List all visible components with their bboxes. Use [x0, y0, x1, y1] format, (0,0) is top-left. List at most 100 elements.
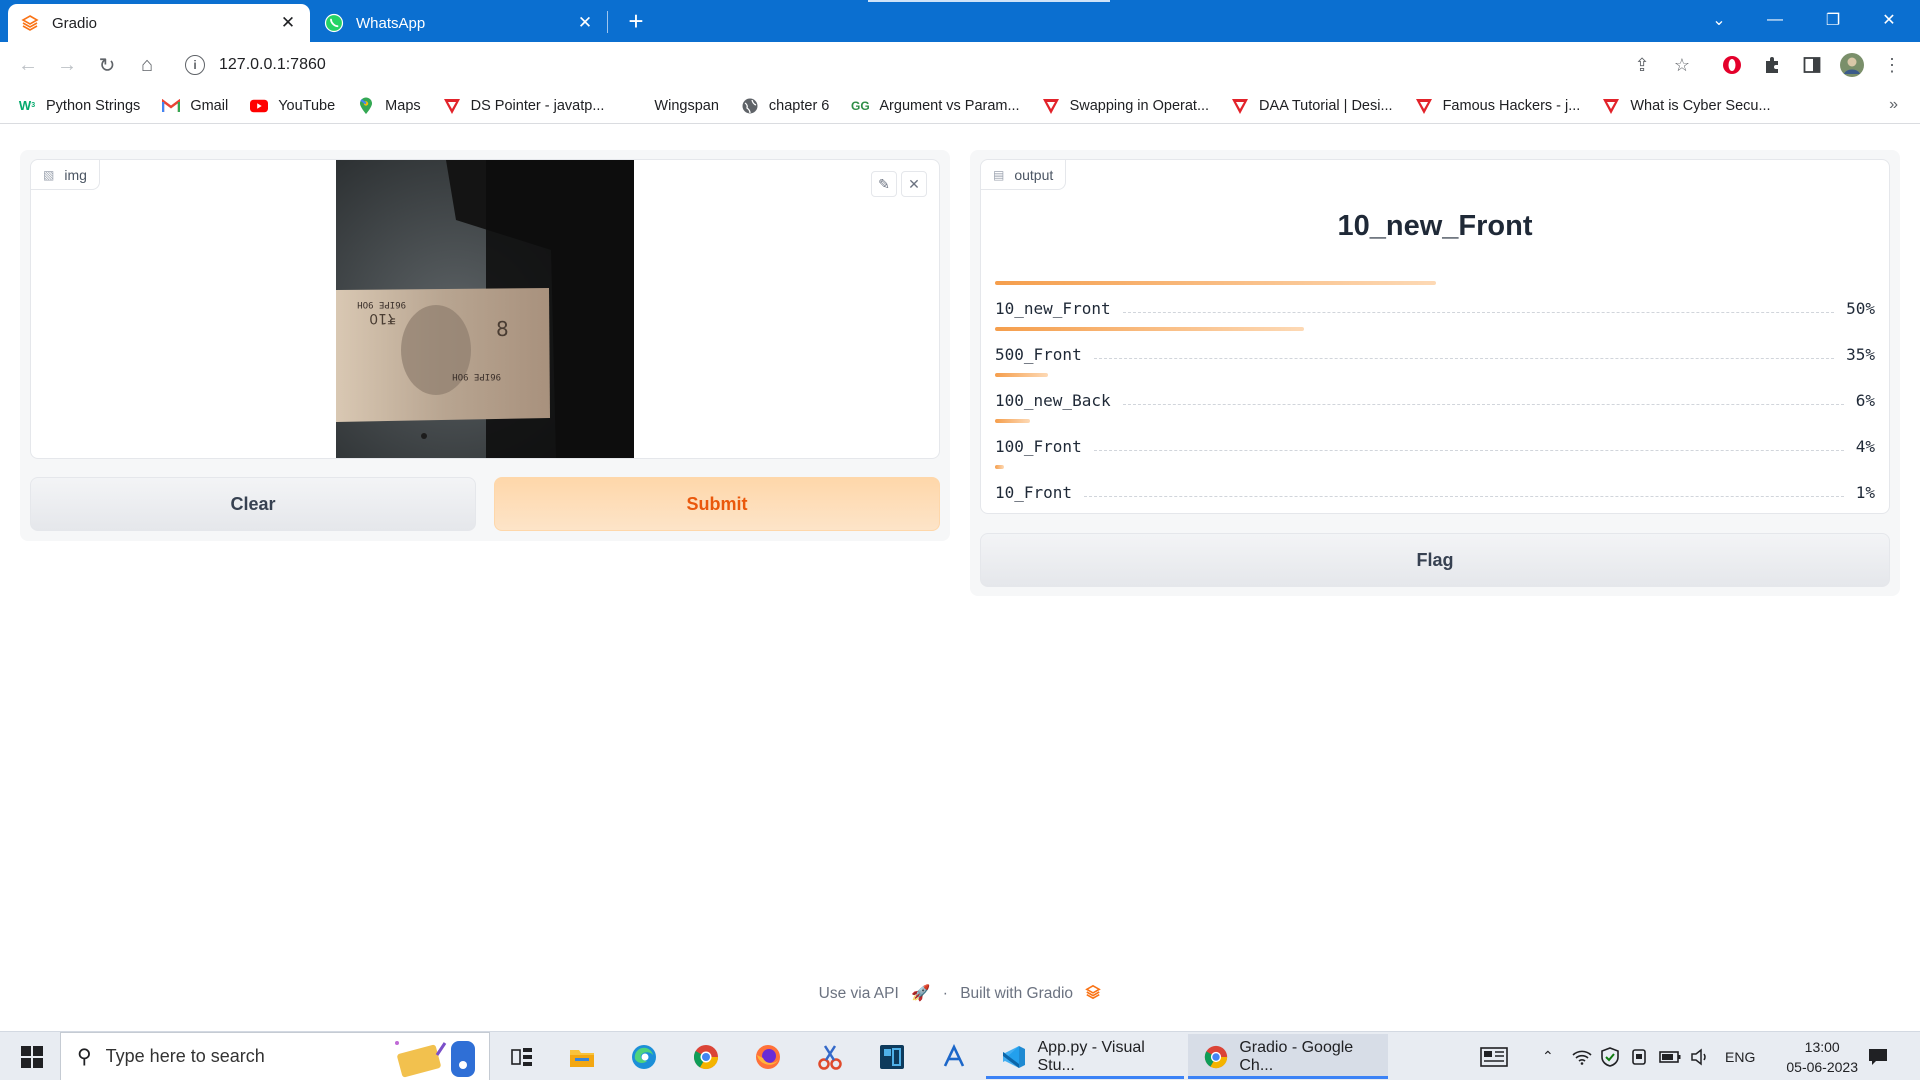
- whatsapp-icon: [324, 13, 344, 33]
- extensions-puzzle-icon[interactable]: [1758, 51, 1786, 79]
- browser-toolbar: ← → ↻ ⌂ i 127.0.0.1:7860 ⇪ ☆ ⋮: [0, 42, 1920, 88]
- news-widget-icon[interactable]: [1480, 1032, 1508, 1080]
- output-label-text: output: [1014, 166, 1054, 183]
- chrome-icon[interactable]: [684, 1036, 728, 1077]
- tab-search-icon[interactable]: ⌄: [1696, 0, 1742, 40]
- back-icon[interactable]: ←: [12, 49, 44, 81]
- window-title: App.py - Visual Stu...: [1037, 1038, 1145, 1074]
- confidence-bar: [995, 373, 1048, 377]
- bookmark-label: Python Strings: [46, 97, 141, 114]
- restore-icon[interactable]: ❐: [1810, 0, 1856, 40]
- bookmark-youtube[interactable]: YouTube: [250, 97, 335, 115]
- language-indicator[interactable]: ENG: [1725, 1032, 1755, 1080]
- bookmark-argument-vs-param[interactable]: GG Argument vs Param...: [851, 97, 1020, 115]
- bookmark-swapping[interactable]: Swapping in Operat...: [1042, 97, 1209, 115]
- youtube-icon: [250, 97, 269, 115]
- minimize-icon[interactable]: —: [1752, 0, 1798, 40]
- home-icon[interactable]: ⌂: [131, 49, 163, 81]
- gradio-icon: [20, 13, 40, 33]
- drag-region: [868, 0, 1110, 2]
- built-with-gradio-link[interactable]: Built with Gradio: [960, 985, 1073, 1002]
- window-title: Gradio - Google Ch...: [1239, 1038, 1354, 1074]
- security-shield-icon[interactable]: [1601, 1032, 1619, 1080]
- close-tab-icon[interactable]: ✕: [278, 13, 298, 33]
- confidence-label: 100_new_Back: [995, 390, 1111, 410]
- confidence-percent: 50%: [1846, 298, 1875, 318]
- notes-app-icon[interactable]: [870, 1036, 914, 1077]
- svg-text:96IPE 9OH: 96IPE 9OH: [357, 299, 406, 309]
- taskbar-window-vscode[interactable]: App.py - Visual Stu...: [986, 1034, 1184, 1079]
- windows-start-icon[interactable]: [10, 1032, 54, 1080]
- profile-avatar[interactable]: [1838, 51, 1866, 79]
- flag-button[interactable]: Flag: [980, 533, 1890, 587]
- bookmark-famous-hackers[interactable]: Famous Hackers - j...: [1415, 97, 1580, 115]
- bookmark-label: Swapping in Operat...: [1069, 97, 1210, 114]
- reload-icon[interactable]: ↻: [91, 49, 123, 81]
- more-menu-icon[interactable]: ⋮: [1878, 51, 1906, 79]
- w3schools-icon: W3: [18, 98, 36, 113]
- bookmark-daa-tutorial[interactable]: DAA Tutorial | Desi...: [1231, 97, 1393, 115]
- confidence-line: 100_new_Back 6%: [995, 385, 1875, 415]
- tab-whatsapp[interactable]: WhatsApp ✕: [312, 4, 607, 42]
- confidence-percent: 35%: [1846, 344, 1875, 364]
- confidence-leader: [1122, 403, 1844, 405]
- chevron-more-icon[interactable]: »: [1889, 96, 1898, 114]
- use-via-api-link[interactable]: Use via API: [819, 985, 899, 1002]
- notification-icon[interactable]: [1868, 1032, 1888, 1080]
- bookmark-chapter-6[interactable]: chapter 6: [741, 97, 829, 115]
- volume-icon[interactable]: [1690, 1032, 1710, 1080]
- confidence-line: 10_Front 1%: [995, 477, 1875, 507]
- show-hidden-icons-chevron[interactable]: ⌃: [1542, 1032, 1554, 1080]
- address-bar[interactable]: i 127.0.0.1:7860: [177, 47, 1727, 83]
- site-info-icon[interactable]: i: [185, 55, 205, 75]
- device-icon[interactable]: [1631, 1032, 1647, 1080]
- bookmark-label: chapter 6: [768, 97, 830, 114]
- battery-icon[interactable]: [1659, 1032, 1681, 1080]
- bookmark-maps[interactable]: Maps: [357, 97, 421, 115]
- search-highlight-icon: [389, 1035, 487, 1080]
- image-input[interactable]: ▧ img ₹10 8 96IPE 9OH 96IPE 9OH ✎ ✕: [30, 159, 940, 459]
- new-tab-button[interactable]: +: [622, 8, 650, 36]
- tab-gradio[interactable]: Gradio ✕: [8, 4, 310, 42]
- bookmark-label: DAA Tutorial | Desi...: [1259, 97, 1393, 114]
- bookmark-cyber-security[interactable]: What is Cyber Secu...: [1602, 97, 1771, 115]
- close-window-icon[interactable]: ✕: [1866, 0, 1912, 40]
- bookmark-wingspan[interactable]: Wingspan: [626, 97, 718, 115]
- clear-button[interactable]: Clear: [30, 477, 476, 531]
- javatpoint-icon: [1042, 97, 1060, 115]
- svg-text:8: 8: [496, 317, 509, 341]
- bookmark-gmail[interactable]: Gmail: [162, 97, 228, 115]
- system-clock[interactable]: 13:00 05-06-2023: [1786, 1037, 1858, 1077]
- gmail-icon: [162, 97, 181, 115]
- close-tab-icon[interactable]: ✕: [575, 13, 595, 33]
- share-icon[interactable]: ⇪: [1628, 51, 1656, 79]
- bookmark-python-strings[interactable]: W3 Python Strings: [18, 97, 140, 115]
- bookmark-star-icon[interactable]: ☆: [1668, 51, 1696, 79]
- confidence-row: 100_new_Back 6%: [995, 373, 1875, 419]
- edit-pencil-icon[interactable]: ✎: [871, 171, 897, 197]
- submit-button[interactable]: Submit: [494, 477, 940, 531]
- forward-icon[interactable]: →: [51, 49, 83, 81]
- translator-app-icon[interactable]: [932, 1036, 976, 1077]
- taskbar-search-box[interactable]: ⚲ Type here to search: [60, 1032, 490, 1080]
- edge-icon[interactable]: [622, 1036, 666, 1077]
- firefox-icon[interactable]: [746, 1036, 790, 1077]
- wifi-icon[interactable]: [1572, 1032, 1592, 1080]
- side-panel-icon[interactable]: [1798, 51, 1826, 79]
- snipping-tool-icon[interactable]: [808, 1036, 852, 1077]
- taskbar-window-chrome[interactable]: Gradio - Google Ch...: [1188, 1034, 1388, 1079]
- confidence-line: 500_Front 35%: [995, 339, 1875, 369]
- bookmark-ds-pointer[interactable]: DS Pointer - javatp...: [443, 97, 605, 115]
- remove-image-icon[interactable]: ✕: [901, 171, 927, 197]
- confidence-row: 100_Front 4%: [995, 419, 1875, 465]
- maps-icon: [357, 97, 375, 115]
- bookmark-label: Wingspan: [654, 97, 719, 114]
- predicted-label: 10_new_Front: [1337, 210, 1533, 242]
- confidence-label: 500_Front: [995, 344, 1082, 364]
- task-view-icon[interactable]: [500, 1036, 544, 1077]
- tab-title: Gradio: [52, 14, 98, 32]
- file-explorer-icon[interactable]: [560, 1036, 604, 1077]
- bookmark-label: DS Pointer - javatp...: [470, 97, 605, 114]
- opera-extension-icon[interactable]: [1718, 51, 1746, 79]
- confidence-leader: [1084, 495, 1844, 497]
